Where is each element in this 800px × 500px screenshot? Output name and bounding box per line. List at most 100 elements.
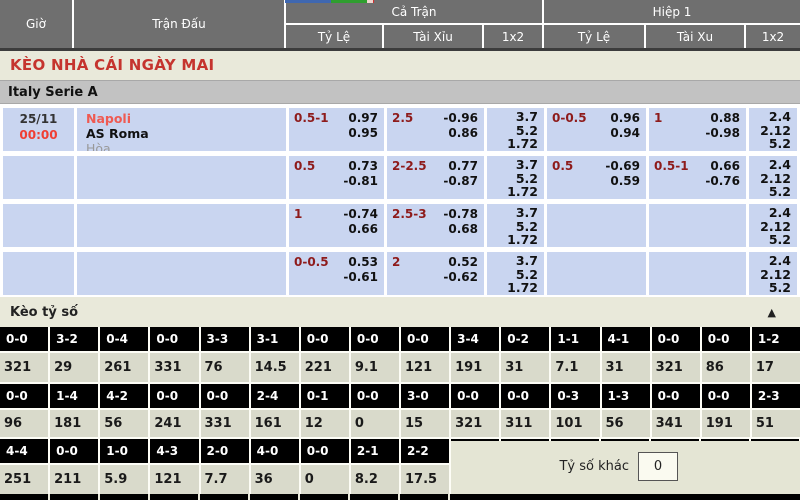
ft-1x2-cell[interactable]: 3.75.21.72	[487, 108, 544, 151]
score-cell[interactable]: 4-2	[100, 384, 148, 408]
score-odds-cell[interactable]: 96	[0, 410, 48, 437]
score-cell[interactable]: 0-0	[652, 327, 700, 351]
score-odds-cell[interactable]: 86	[702, 353, 750, 382]
score-cell[interactable]: 0-2	[501, 327, 549, 351]
score-cell[interactable]: 0-0	[150, 327, 198, 351]
score-odds-cell[interactable]: 56	[602, 410, 650, 437]
ft-handicap-cell[interactable]: 0-0.50.53-0.61	[289, 252, 384, 295]
score-odds-cell[interactable]: 161	[251, 410, 299, 437]
score-cell[interactable]: 0-0	[401, 327, 449, 351]
score-odds-cell[interactable]: 31	[602, 353, 650, 382]
ft-handicap-cell[interactable]: 0.5-10.970.95	[289, 108, 384, 151]
h1-1x2-cell[interactable]: 2.42.125.2	[749, 204, 797, 247]
score-cell[interactable]: 0-0	[301, 439, 349, 463]
score-odds-cell[interactable]: 251	[0, 465, 48, 494]
score-cell[interactable]: 3-2	[50, 327, 98, 351]
score-cell[interactable]: 4-3	[150, 439, 198, 463]
score-cell[interactable]: 1-1	[551, 327, 599, 351]
score-odds-cell[interactable]: 221	[301, 353, 349, 382]
score-cell[interactable]: 1-3	[602, 384, 650, 408]
score-cell[interactable]: 1-0	[100, 439, 148, 463]
score-cell[interactable]: 2-4	[251, 384, 299, 408]
score-odds-cell[interactable]: 7.7	[201, 465, 249, 494]
h1-overunder-cell[interactable]: 10.88-0.98	[649, 108, 746, 151]
other-score-input[interactable]: 0	[638, 452, 678, 481]
score-odds-cell[interactable]: 191	[451, 353, 499, 382]
score-cell[interactable]: 2-1	[351, 439, 399, 463]
score-cell[interactable]: 2-3	[752, 384, 800, 408]
score-odds-cell[interactable]: 331	[201, 410, 249, 437]
score-odds-cell[interactable]: 36	[251, 465, 299, 494]
score-cell[interactable]: 0-0	[150, 384, 198, 408]
score-cell[interactable]: 0-0	[702, 327, 750, 351]
score-odds-cell[interactable]: 241	[150, 410, 198, 437]
score-cell[interactable]: 3-0	[401, 384, 449, 408]
score-cell[interactable]: 4-4	[0, 439, 48, 463]
score-cell[interactable]: 3-4	[451, 327, 499, 351]
score-odds-cell[interactable]: 8.2	[351, 465, 399, 494]
ft-overunder-cell[interactable]: 20.52-0.62	[387, 252, 484, 295]
score-cell[interactable]: 0-1	[301, 384, 349, 408]
score-cell[interactable]: 0-0	[50, 439, 98, 463]
score-odds-cell[interactable]: 0	[301, 465, 349, 494]
score-odds-cell[interactable]: 56	[100, 410, 148, 437]
score-cell[interactable]: 0-0	[351, 384, 399, 408]
score-odds-cell[interactable]: 31	[501, 353, 549, 382]
score-odds-cell[interactable]: 17.5	[401, 465, 449, 494]
score-odds-cell[interactable]: 121	[150, 465, 198, 494]
score-odds-cell[interactable]: 9.1	[351, 353, 399, 382]
ft-overunder-cell[interactable]: 2.5-0.960.86	[387, 108, 484, 151]
ft-overunder-cell[interactable]: 2-2.50.77-0.87	[387, 156, 484, 199]
score-odds-cell[interactable]: 191	[702, 410, 750, 437]
score-odds-cell[interactable]: 331	[150, 353, 198, 382]
score-cell[interactable]: 0-0	[301, 327, 349, 351]
score-cell[interactable]: 0-0	[351, 327, 399, 351]
ft-1x2-cell[interactable]: 3.75.21.72	[487, 204, 544, 247]
ft-1x2-cell[interactable]: 3.75.21.72	[487, 156, 544, 199]
collapse-arrow-icon[interactable]: ▲	[768, 306, 776, 319]
score-odds-cell[interactable]: 341	[652, 410, 700, 437]
score-odds-cell[interactable]: 14.5	[251, 353, 299, 382]
score-cell[interactable]: 3-3	[201, 327, 249, 351]
h1-handicap-cell[interactable]: 0.5-0.690.59	[547, 156, 646, 199]
score-odds-cell[interactable]: 7.1	[551, 353, 599, 382]
score-odds-cell[interactable]: 17	[752, 353, 800, 382]
score-odds-cell[interactable]: 311	[501, 410, 549, 437]
score-odds-cell[interactable]: 12	[301, 410, 349, 437]
score-cell[interactable]: 0-0	[201, 384, 249, 408]
score-odds-cell[interactable]: 121	[401, 353, 449, 382]
h1-1x2-cell[interactable]: 2.42.125.2	[749, 156, 797, 199]
score-cell[interactable]: 2-2	[401, 439, 449, 463]
score-cell[interactable]: 0-3	[551, 384, 599, 408]
score-odds-cell[interactable]: 5.9	[100, 465, 148, 494]
score-cell[interactable]: 0-0	[0, 327, 48, 351]
score-cell[interactable]: 0-0	[451, 384, 499, 408]
score-odds-cell[interactable]: 101	[551, 410, 599, 437]
score-cell[interactable]: 3-1	[251, 327, 299, 351]
h1-1x2-cell[interactable]: 2.42.125.2	[749, 252, 797, 295]
score-cell[interactable]: 1-4	[50, 384, 98, 408]
score-odds-cell[interactable]: 76	[201, 353, 249, 382]
score-odds-cell[interactable]: 15	[401, 410, 449, 437]
score-odds-cell[interactable]: 321	[451, 410, 499, 437]
score-cell[interactable]: 0-0	[0, 384, 48, 408]
score-odds-cell[interactable]: 29	[50, 353, 98, 382]
score-cell[interactable]: 1-2	[752, 327, 800, 351]
score-cell[interactable]: 0-0	[501, 384, 549, 408]
score-odds-cell[interactable]: 321	[0, 353, 48, 382]
score-cell[interactable]: 4-1	[602, 327, 650, 351]
h1-1x2-cell[interactable]: 2.42.125.2	[749, 108, 797, 151]
score-cell[interactable]: 0-0	[702, 384, 750, 408]
score-odds-cell[interactable]: 261	[100, 353, 148, 382]
score-odds-cell[interactable]: 0	[351, 410, 399, 437]
score-odds-cell[interactable]: 181	[50, 410, 98, 437]
score-odds-cell[interactable]: 321	[652, 353, 700, 382]
score-cell[interactable]: 0-4	[100, 327, 148, 351]
score-cell[interactable]: 4-0	[251, 439, 299, 463]
score-odds-cell[interactable]: 51	[752, 410, 800, 437]
ft-overunder-cell[interactable]: 2.5-3-0.780.68	[387, 204, 484, 247]
score-cell[interactable]: 2-0	[201, 439, 249, 463]
ft-handicap-cell[interactable]: 1-0.740.66	[289, 204, 384, 247]
ft-handicap-cell[interactable]: 0.50.73-0.81	[289, 156, 384, 199]
h1-overunder-cell[interactable]: 0.5-10.66-0.76	[649, 156, 746, 199]
